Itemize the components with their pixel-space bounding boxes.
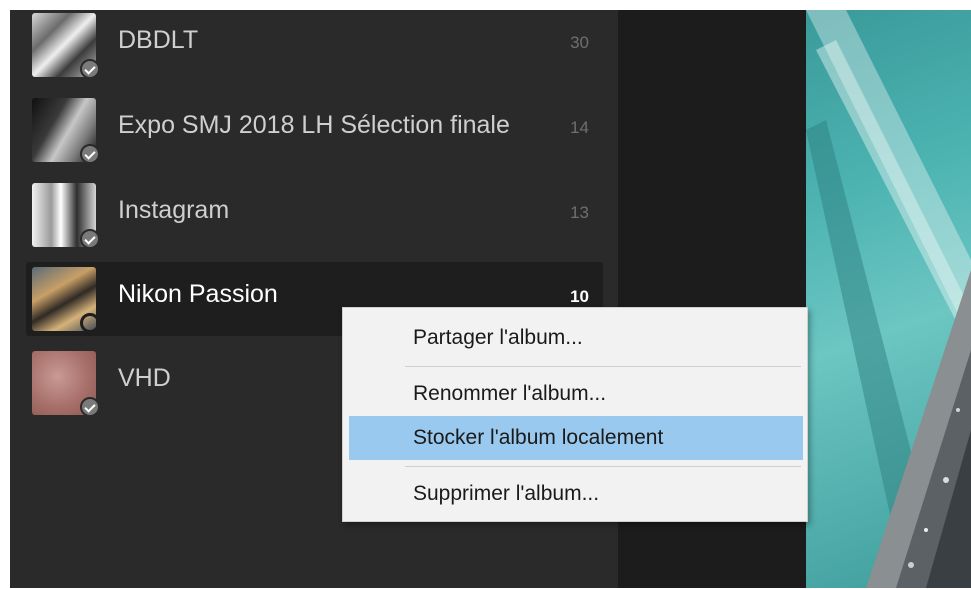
album-name: Instagram bbox=[118, 196, 230, 224]
photo-preview-image bbox=[806, 10, 971, 588]
album-count: 10 bbox=[570, 287, 589, 306]
album-row-dbdlt[interactable]: DBDLT 30 bbox=[26, 8, 603, 82]
menu-item-share-album[interactable]: Partager l'album... bbox=[349, 316, 803, 360]
check-circle-icon bbox=[80, 397, 100, 417]
menu-separator bbox=[405, 466, 801, 467]
app-window: DBDLT 30 Expo SMJ 2018 LH Sélection fina… bbox=[0, 0, 971, 589]
album-count: 13 bbox=[570, 203, 589, 222]
album-name: DBDLT bbox=[118, 26, 199, 54]
album-name: Nikon Passion bbox=[118, 280, 278, 308]
menu-item-rename-album[interactable]: Renommer l'album... bbox=[349, 372, 803, 416]
album-name: Expo SMJ 2018 LH Sélection finale bbox=[118, 111, 510, 139]
check-circle-icon bbox=[80, 144, 100, 164]
menu-separator bbox=[405, 366, 801, 367]
album-context-menu: Partager l'album... Renommer l'album... … bbox=[342, 307, 808, 522]
menu-item-store-album-locally[interactable]: Stocker l'album localement bbox=[349, 416, 803, 460]
menu-item-delete-album[interactable]: Supprimer l'album... bbox=[349, 472, 803, 516]
album-count: 14 bbox=[570, 118, 589, 137]
sync-progress-icon bbox=[80, 313, 100, 333]
album-row-instagram[interactable]: Instagram 13 bbox=[26, 178, 603, 252]
check-circle-icon bbox=[80, 59, 100, 79]
check-circle-icon bbox=[80, 229, 100, 249]
album-count: 30 bbox=[570, 33, 589, 52]
photo-preview bbox=[806, 10, 971, 588]
album-row-expo-smj-2018[interactable]: Expo SMJ 2018 LH Sélection finale 14 bbox=[26, 93, 603, 167]
album-name: VHD bbox=[118, 364, 171, 392]
